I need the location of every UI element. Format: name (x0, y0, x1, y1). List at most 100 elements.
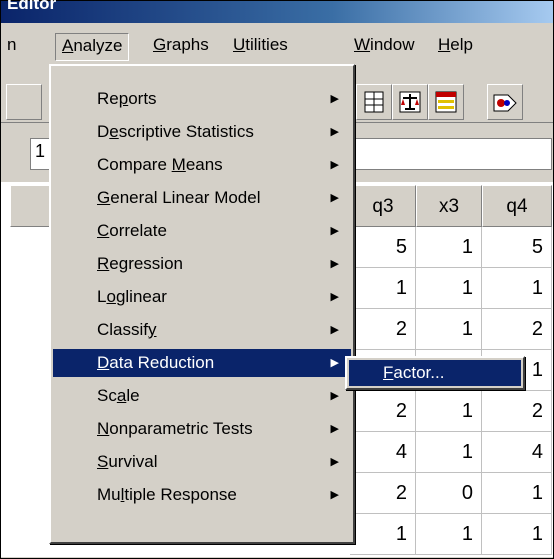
data-reduction-submenu: Factor... (345, 356, 525, 390)
menu-item-text: Mu (97, 485, 121, 504)
menu-item-text: orrelate (109, 221, 167, 240)
menu-item-multiple-response[interactable]: Multiple Response ▶ (53, 481, 351, 509)
menu-item-text: le (126, 386, 140, 405)
table-cell[interactable]: 0 (416, 473, 482, 514)
menu-item-accelerator: S (97, 452, 109, 471)
menu-item-text: glinear (115, 287, 167, 306)
scale-icon-graphic (399, 91, 421, 113)
menu-item-accelerator: D (97, 353, 110, 372)
submenu-arrow-icon: ▶ (330, 423, 339, 435)
menu-bar: n Analyze Graphs Utilities Window Help (1, 26, 553, 64)
menu-item-text: onparametric Tests (109, 419, 253, 438)
menu-item-accelerator: a (116, 386, 127, 405)
table-cell[interactable]: 1 (482, 473, 552, 514)
submenu-arrow-icon: ▶ (330, 456, 339, 468)
table-cell[interactable]: 4 (482, 432, 552, 473)
menu-item-text: tiple Response (124, 485, 237, 504)
menu-item-classify[interactable]: Classify ▶ (53, 316, 351, 344)
menu-item-accelerator: R (97, 254, 110, 273)
menu-item-text: Compare (97, 155, 172, 174)
table-cell[interactable]: 5 (350, 227, 416, 268)
submenu-arrow-icon: ▶ (330, 225, 339, 237)
submenu-arrow-icon: ▶ (330, 126, 339, 138)
column-header-q4[interactable]: q4 (482, 185, 552, 227)
label-tag-icon[interactable] (487, 84, 523, 120)
menu-item-loglinear[interactable]: Loglinear ▶ (53, 283, 351, 311)
menu-item-descriptive-statistics[interactable]: Descriptive Statistics ▶ (53, 118, 351, 146)
analyze-menu: Reports ▶ Descriptive Statistics ▶ Compare M… (49, 64, 355, 544)
table-cell[interactable]: 1 (416, 227, 482, 268)
table-cell[interactable]: 1 (350, 514, 416, 555)
menu-item-accelerator: C (97, 221, 110, 240)
menu-item-factor[interactable]: Factor... (349, 360, 521, 386)
table-cell[interactable]: 2 (350, 391, 416, 432)
menu-item-text: ata Reduction (109, 353, 215, 372)
menu-item-text: urvival (108, 452, 158, 471)
table-cell[interactable]: 2 (350, 309, 416, 350)
menu-item-survival[interactable]: Survival ▶ (53, 448, 351, 476)
table-cell[interactable]: 1 (482, 514, 552, 555)
window-title: Editor (7, 0, 57, 13)
table-cell[interactable]: 1 (416, 514, 482, 555)
table-cell[interactable]: 1 (482, 268, 552, 309)
column-header-q3[interactable]: q3 (350, 185, 416, 227)
table-cell[interactable]: 2 (482, 391, 552, 432)
table-cell[interactable]: 1 (350, 268, 416, 309)
grid-icon[interactable] (356, 84, 392, 120)
table-cell[interactable]: 1 (416, 432, 482, 473)
select-cases-icon[interactable] (428, 84, 464, 120)
menu-item-nonparametric-tests[interactable]: Nonparametric Tests ▶ (53, 415, 351, 443)
menu-utilities[interactable]: Utilities (227, 33, 294, 59)
menu-item-text: D (97, 122, 110, 141)
submenu-arrow-icon: ▶ (330, 324, 339, 336)
menu-item-general-linear-model[interactable]: General Linear Model ▶ (53, 184, 351, 212)
submenu-arrow-icon: ▶ (330, 390, 339, 402)
label-tag-icon-graphic (493, 94, 517, 112)
submenu-arrow-icon: ▶ (330, 159, 339, 171)
table-cell[interactable]: 1 (416, 391, 482, 432)
menu-graphs[interactable]: Graphs (147, 33, 215, 59)
menu-edit-partial[interactable]: n (1, 33, 22, 59)
menu-item-correlate[interactable]: Correlate ▶ (53, 217, 351, 245)
menu-help[interactable]: Help (432, 33, 479, 59)
menu-item-text: egression (109, 254, 183, 273)
menu-item-reports[interactable]: Reports ▶ (53, 85, 351, 113)
submenu-arrow-icon: ▶ (330, 192, 339, 204)
menu-window[interactable]: Window (348, 33, 420, 59)
submenu-arrow-icon: ▶ (330, 291, 339, 303)
grid-icon-graphic (364, 91, 384, 113)
menu-item-accelerator: N (97, 419, 110, 438)
title-bar: Editor (1, 0, 553, 23)
submenu-arrow-icon: ▶ (330, 258, 339, 270)
toolbar-button-partial[interactable] (6, 84, 42, 120)
column-header-x3[interactable]: x3 (416, 185, 482, 227)
menu-item-text: Sc (97, 386, 117, 405)
table-cell[interactable]: 1 (416, 268, 482, 309)
table-cell[interactable]: 2 (482, 309, 552, 350)
submenu-arrow-icon: ▶ (330, 93, 339, 105)
menu-item-text: Re (97, 89, 119, 108)
menu-item-regression[interactable]: Regression ▶ (53, 250, 351, 278)
submenu-arrow-icon: ▶ (330, 489, 339, 501)
table-cell[interactable]: 1 (416, 309, 482, 350)
table-cell[interactable]: 5 (482, 227, 552, 268)
menu-item-text: orts (128, 89, 157, 108)
menu-item-text: Classif (97, 320, 149, 339)
table-cell[interactable]: 2 (350, 473, 416, 514)
table-cell[interactable]: 4 (350, 432, 416, 473)
menu-item-text: eneral Linear Model (110, 188, 261, 207)
menu-item-accelerator: M (171, 155, 186, 174)
menu-item-text: eans (185, 155, 223, 174)
menu-item-accelerator: e (109, 122, 119, 141)
select-cases-icon-graphic (435, 91, 457, 113)
menu-item-accelerator: p (118, 89, 129, 108)
scale-icon[interactable] (392, 84, 428, 120)
menu-item-data-reduction[interactable]: Data Reduction ▶ (53, 349, 351, 377)
menu-item-compare-means[interactable]: Compare Means ▶ (53, 151, 351, 179)
menu-item-accelerator: o (106, 287, 116, 306)
submenu-arrow-icon: ▶ (330, 357, 339, 369)
menu-item-text: scriptive Statistics (118, 122, 254, 141)
menu-item-accelerator: G (97, 188, 111, 207)
menu-analyze[interactable]: Analyze (55, 33, 130, 61)
menu-item-scale[interactable]: Scale ▶ (53, 382, 351, 410)
